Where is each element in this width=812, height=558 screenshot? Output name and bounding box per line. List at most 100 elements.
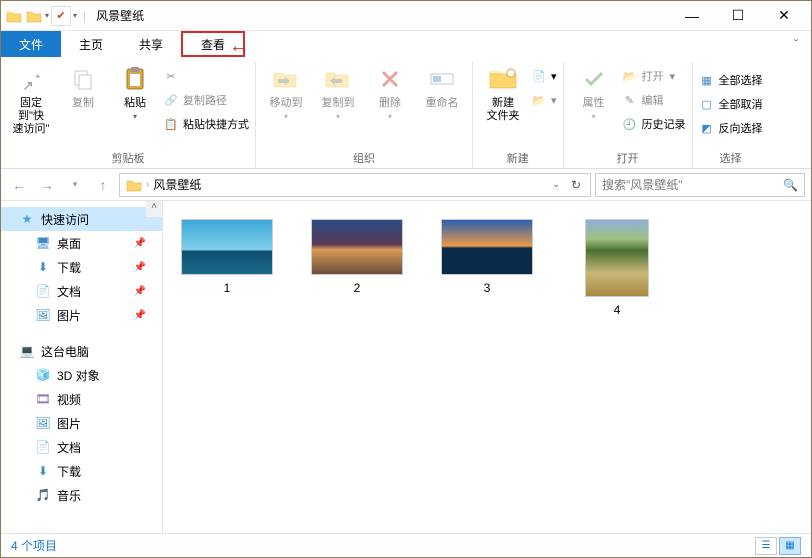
scissors-icon: ✂	[163, 68, 179, 84]
up-button[interactable]: ↑	[91, 173, 115, 197]
thumbnail	[441, 219, 533, 275]
close-button[interactable]: ✕	[761, 1, 807, 31]
easy-access-button[interactable]: 📂▾	[531, 89, 557, 111]
picture-icon: 🖼	[35, 307, 51, 323]
sidebar-item-this-pc[interactable]: 💻这台电脑	[1, 339, 162, 363]
tab-home[interactable]: 主页	[61, 31, 121, 57]
pin-icon	[15, 63, 47, 95]
new-item-icon: 📄	[531, 68, 547, 84]
details-view-button[interactable]: ☰	[755, 537, 777, 555]
invert-icon: ◩	[699, 120, 715, 136]
move-to-button[interactable]: 移动到▾	[262, 61, 310, 123]
select-all-icon: ▦	[699, 72, 715, 88]
sidebar-item-videos[interactable]: 🎞视频	[1, 387, 162, 411]
sidebar-item-downloads[interactable]: ⬇下载📌	[1, 255, 162, 279]
file-item[interactable]: 4	[569, 219, 665, 317]
paste-shortcut-button[interactable]: 📋粘贴快捷方式	[163, 113, 249, 135]
sidebar-item-documents2[interactable]: 📄文档	[1, 435, 162, 459]
move-icon	[270, 63, 302, 95]
thumbnail	[311, 219, 403, 275]
copyto-icon	[322, 63, 354, 95]
delete-button[interactable]: 删除▾	[366, 61, 414, 123]
address-dropdown[interactable]: ⌄	[548, 179, 564, 190]
new-item-button[interactable]: 📄▾	[531, 65, 557, 87]
select-none-button[interactable]: ▢全部取消	[699, 93, 763, 115]
path-icon: 🔗	[163, 92, 179, 108]
recent-locations-button[interactable]: ▾	[63, 173, 87, 197]
file-item[interactable]: 3	[439, 219, 535, 295]
pin-label: 固定到"快 速访问"	[9, 97, 53, 137]
document-icon: 📄	[35, 283, 51, 299]
music-icon: 🎵	[35, 487, 51, 503]
easy-access-icon: 📂	[531, 92, 547, 108]
copy-button[interactable]: 复制	[59, 61, 107, 112]
sidebar-item-pictures[interactable]: 🖼图片📌	[1, 303, 162, 327]
content-area: ˄ ★快速访问 🖥桌面📌 ⬇下载📌 📄文档📌 🖼图片📌 💻这台电脑 🧊3D 对象…	[1, 201, 811, 533]
edit-icon: ✎	[622, 92, 638, 108]
file-item[interactable]: 1	[179, 219, 275, 295]
pin-icon: 📌	[134, 262, 146, 273]
desktop-icon: 🖥	[35, 235, 51, 251]
navigation-pane[interactable]: ˄ ★快速访问 🖥桌面📌 ⬇下载📌 📄文档📌 🖼图片📌 💻这台电脑 🧊3D 对象…	[1, 201, 163, 533]
new-folder-button[interactable]: 新建 文件夹	[479, 61, 527, 125]
properties-button[interactable]: 属性▾	[570, 61, 618, 123]
copy-icon	[67, 63, 99, 95]
rename-button[interactable]: 重命名	[418, 61, 466, 112]
open-button[interactable]: 📂打开▾	[622, 65, 686, 87]
breadcrumb-folder[interactable]: 风景壁纸	[149, 176, 205, 193]
properties-icon	[578, 63, 610, 95]
pin-to-quick-access-button[interactable]: 固定到"快 速访问"	[7, 61, 55, 139]
copy-path-button[interactable]: 🔗复制路径	[163, 89, 249, 111]
folder-icon[interactable]	[25, 7, 43, 25]
shortcut-icon: 📋	[163, 116, 179, 132]
ribbon-group-open: 属性▾ 📂打开▾ ✎编辑 🕘历史记录 打开	[564, 61, 693, 168]
ribbon-tabs: 文件 主页 共享 查看 ← ˇ	[1, 31, 811, 57]
cut-button[interactable]: ✂	[163, 65, 249, 87]
new-folder-icon	[487, 63, 519, 95]
search-input[interactable]: 搜索"风景壁纸" 🔍	[595, 173, 805, 197]
qat-check-icon[interactable]: ✔	[51, 6, 71, 26]
sidebar-item-quick-access[interactable]: ★快速访问	[1, 207, 162, 231]
maximize-button[interactable]: ☐	[715, 1, 761, 31]
open-icon: 📂	[622, 68, 638, 84]
sidebar-item-desktop[interactable]: 🖥桌面📌	[1, 231, 162, 255]
minimize-button[interactable]: —	[669, 1, 715, 31]
sidebar-item-music[interactable]: 🎵音乐	[1, 483, 162, 507]
thumbnails-view-button[interactable]: ▦	[779, 537, 801, 555]
forward-button[interactable]: →	[35, 173, 59, 197]
picture-icon: 🖼	[35, 415, 51, 431]
document-icon: 📄	[35, 439, 51, 455]
pin-icon: 📌	[134, 238, 146, 249]
select-all-button[interactable]: ▦全部选择	[699, 69, 763, 91]
back-button[interactable]: ←	[7, 173, 31, 197]
scroll-up-button[interactable]: ˄	[146, 201, 162, 217]
invert-selection-button[interactable]: ◩反向选择	[699, 117, 763, 139]
sidebar-item-documents[interactable]: 📄文档📌	[1, 279, 162, 303]
copy-to-button[interactable]: 复制到▾	[314, 61, 362, 123]
history-button[interactable]: 🕘历史记录	[622, 113, 686, 135]
ribbon: 固定到"快 速访问" 复制 粘贴 ▾ ✂ 🔗复制路径 📋粘贴快捷方式 剪贴板	[1, 57, 811, 169]
file-item[interactable]: 2	[309, 219, 405, 295]
item-count: 4 个项目	[11, 537, 57, 554]
sidebar-item-downloads2[interactable]: ⬇下载	[1, 459, 162, 483]
star-icon: ★	[19, 211, 35, 227]
annotation-arrow: ←	[229, 35, 249, 58]
address-bar[interactable]: › 风景壁纸 ⌄ ↻	[119, 173, 591, 197]
refresh-button[interactable]: ↻	[564, 178, 588, 192]
tab-share[interactable]: 共享	[121, 31, 181, 57]
file-list[interactable]: 1 2 34	[163, 201, 811, 533]
tab-file[interactable]: 文件	[1, 31, 61, 57]
status-bar: 4 个项目 ☰ ▦	[1, 533, 811, 557]
address-folder-icon[interactable]	[122, 178, 146, 192]
file-name: 2	[354, 281, 361, 295]
edit-button[interactable]: ✎编辑	[622, 89, 686, 111]
sidebar-item-3d-objects[interactable]: 🧊3D 对象	[1, 363, 162, 387]
sidebar-item-pictures2[interactable]: 🖼图片	[1, 411, 162, 435]
paste-button[interactable]: 粘贴 ▾	[111, 61, 159, 123]
thumbnail	[181, 219, 273, 275]
thumbnail	[585, 219, 649, 297]
title-bar: ▾ ✔ ▾ | 风景壁纸 — ☐ ✕	[1, 1, 811, 31]
history-icon: 🕘	[622, 116, 638, 132]
file-name: 1	[224, 281, 231, 295]
collapse-ribbon-button[interactable]: ˇ	[781, 31, 811, 57]
